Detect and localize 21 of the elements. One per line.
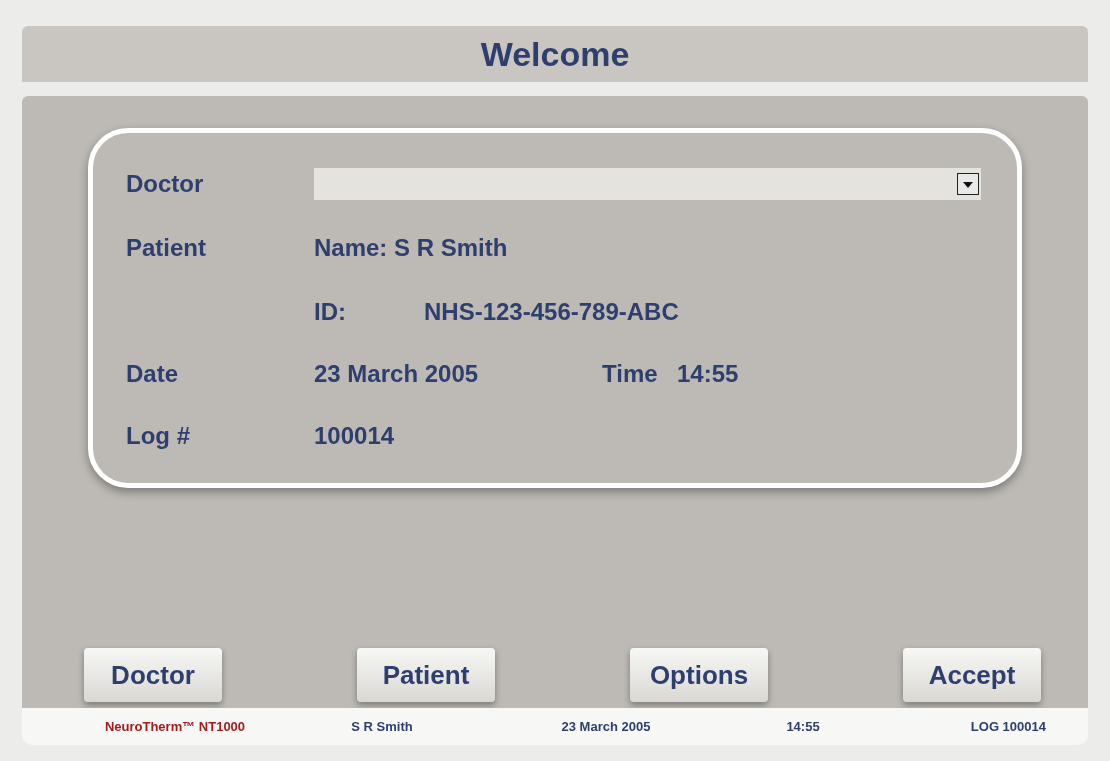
date-value: 23 March 2005 — [314, 362, 480, 386]
doctor-label: Doctor — [126, 172, 205, 196]
time-label: Time — [602, 362, 659, 386]
log-value: 100014 — [314, 424, 395, 448]
action-button[interactable]: Doctor — [84, 648, 222, 702]
date-label: Date — [126, 362, 180, 386]
status-text: 14:55 — [786, 717, 820, 736]
patient-label: Patient — [126, 236, 207, 260]
status-text: 23 March 2005 — [561, 717, 651, 736]
action-button[interactable]: Patient — [357, 648, 495, 702]
patient-id-label: ID: — [314, 300, 347, 324]
product-name: NeuroTherm™ NT1000 — [104, 717, 246, 736]
patient-id: NHS-123-456-789-ABC — [424, 300, 679, 324]
status-text: S R Smith — [351, 717, 413, 736]
log-label: Log # — [126, 424, 191, 448]
status-text: LOG 100014 — [970, 717, 1046, 736]
window-title: Welcome — [480, 33, 630, 75]
patient-name: Name: S R Smith — [314, 236, 508, 260]
action-button[interactable]: Options — [630, 648, 768, 702]
time-value: 14:55 — [677, 362, 739, 386]
action-button[interactable]: Accept — [903, 648, 1041, 702]
